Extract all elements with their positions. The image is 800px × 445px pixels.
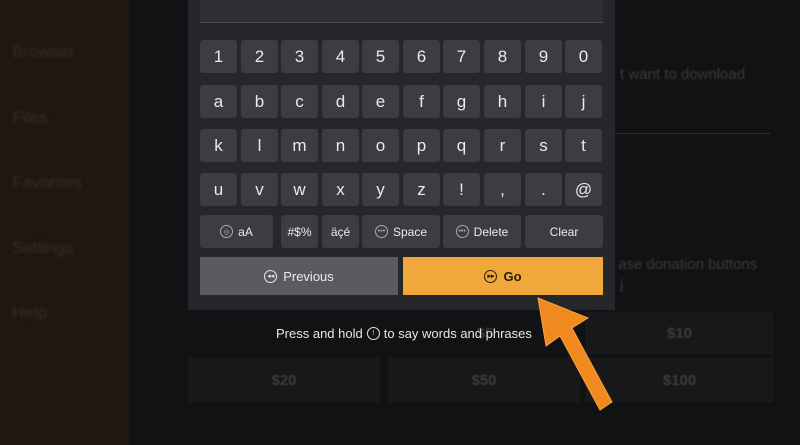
background-text: t want to download	[620, 66, 746, 83]
key-2[interactable]: 2	[241, 40, 278, 73]
key-y[interactable]: y	[362, 173, 399, 206]
rewind-icon: ◂◂	[264, 269, 278, 283]
key-v[interactable]: v	[241, 173, 278, 206]
divider	[605, 133, 770, 134]
key-at[interactable]: @	[565, 173, 602, 206]
key-n[interactable]: n	[322, 129, 359, 162]
hint-text-before: Press and hold	[276, 326, 363, 341]
key-4[interactable]: 4	[322, 40, 359, 73]
sidebar-item-files[interactable]: Files	[12, 108, 48, 128]
voice-hint: Press and hold ! to say words and phrase…	[276, 326, 532, 341]
key-r[interactable]: r	[484, 129, 521, 162]
text-input-field[interactable]	[200, 0, 603, 23]
key-w[interactable]: w	[281, 173, 318, 206]
donation-tile-20[interactable]: $20	[188, 358, 380, 402]
sidebar-item-browser[interactable]: Browser	[12, 42, 74, 62]
key-1[interactable]: 1	[200, 40, 237, 73]
microphone-icon: !	[366, 327, 380, 340]
key-8[interactable]: 8	[484, 40, 521, 73]
key-m[interactable]: m	[281, 129, 318, 162]
key-u[interactable]: u	[200, 173, 237, 206]
key-3[interactable]: 3	[281, 40, 318, 73]
key-symbols[interactable]: #$%	[281, 215, 318, 248]
hint-text-after: to say words and phrases	[383, 326, 532, 341]
key-case-label: aA	[238, 224, 253, 239]
previous-label: Previous	[283, 268, 334, 284]
key-h[interactable]: h	[484, 85, 521, 118]
key-l[interactable]: l	[241, 129, 278, 162]
key-g[interactable]: g	[443, 85, 480, 118]
key-delete[interactable]: ••• Delete	[443, 215, 521, 248]
key-c[interactable]: c	[281, 85, 318, 118]
key-j[interactable]: j	[565, 85, 602, 118]
sidebar-item-help[interactable]: Help	[12, 303, 47, 323]
key-f[interactable]: f	[403, 85, 440, 118]
key-accents[interactable]: äçé	[322, 215, 359, 248]
go-label: Go	[503, 268, 522, 284]
key-5[interactable]: 5	[362, 40, 399, 73]
key-clear[interactable]: Clear	[525, 215, 603, 248]
play-pause-icon: ▸▸	[484, 269, 498, 283]
key-o[interactable]: o	[362, 129, 399, 162]
key-7[interactable]: 7	[443, 40, 480, 73]
key-k[interactable]: k	[200, 129, 237, 162]
key-q[interactable]: q	[443, 129, 480, 162]
remote-button-icon: ◎	[220, 225, 234, 238]
key-space[interactable]: ••• Space	[362, 215, 440, 248]
key-exclamation[interactable]: !	[443, 173, 480, 206]
sidebar-item-favorites[interactable]: Favorites	[12, 173, 82, 193]
key-space-label: Space	[392, 224, 428, 239]
background-text: ase donation buttons	[618, 256, 758, 273]
sidebar: Browser Files Favorites Settings Help	[0, 0, 130, 445]
remote-button-icon: •••	[374, 225, 388, 238]
previous-button[interactable]: ◂◂ Previous	[200, 257, 398, 295]
sidebar-item-settings[interactable]: Settings	[12, 238, 73, 258]
key-0[interactable]: 0	[565, 40, 602, 73]
key-e[interactable]: e	[362, 85, 399, 118]
key-case-toggle[interactable]: ◎ aA	[200, 215, 273, 248]
key-delete-label: Delete	[473, 224, 509, 239]
key-period[interactable]: .	[525, 173, 562, 206]
key-i[interactable]: i	[525, 85, 562, 118]
key-s[interactable]: s	[525, 129, 562, 162]
key-a[interactable]: a	[200, 85, 237, 118]
key-t[interactable]: t	[565, 129, 602, 162]
key-comma[interactable]: ,	[484, 173, 521, 206]
pointer-arrow-icon	[537, 297, 613, 411]
remote-button-icon: •••	[455, 225, 469, 238]
onscreen-keyboard: 1 2 3 4 5 6 7 8 9 0 a b c d e f g h i j …	[188, 0, 615, 310]
key-6[interactable]: 6	[403, 40, 440, 73]
key-d[interactable]: d	[322, 85, 359, 118]
key-z[interactable]: z	[403, 173, 440, 206]
key-p[interactable]: p	[403, 129, 440, 162]
key-9[interactable]: 9	[525, 40, 562, 73]
key-x[interactable]: x	[322, 173, 359, 206]
key-b[interactable]: b	[241, 85, 278, 118]
